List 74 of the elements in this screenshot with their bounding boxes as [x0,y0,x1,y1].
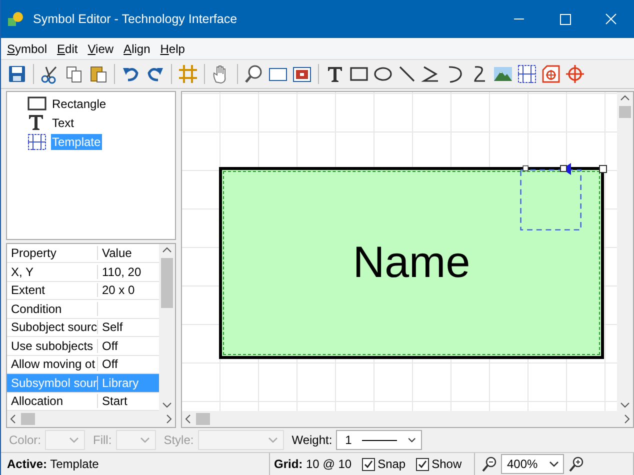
menu-item[interactable]: Symbol [7,42,48,56]
selection-handle[interactable] [598,164,608,174]
column-header[interactable]: Property [7,246,98,260]
anchor-handle[interactable] [559,162,573,176]
scroll-thumb[interactable] [21,413,35,425]
chevron-down-icon [138,435,151,445]
table-cell-text: 20 x 0 [101,283,136,298]
app-icon [7,11,25,27]
vertical-scrollbar[interactable] [617,92,633,411]
table-cell-text: Off [101,357,119,372]
field-label: Fill: [93,433,112,447]
text-tool-icon[interactable] [325,64,345,84]
window-title: Symbol Editor - Technology Interface [33,12,238,26]
horizontal-scrollbar[interactable] [7,411,175,427]
field-label: Color: [9,433,42,447]
chevron-down-icon [407,435,418,445]
field-label: Style: [164,433,194,447]
status-text: Active: Template [7,457,99,471]
scroll-thumb[interactable] [619,106,631,118]
zoom-out-icon[interactable] [481,456,497,472]
menu-item[interactable]: Edit [57,42,78,56]
shape-text: Name [352,238,470,288]
tree-item[interactable]: Text [51,114,76,130]
line-tool-icon[interactable] [397,64,417,84]
table-cell: Condition [7,302,98,316]
chevron-down-icon [68,435,80,445]
paste-icon[interactable] [88,64,108,84]
checkbox[interactable] [362,458,375,470]
table-cell-text: Self [101,320,124,334]
template-icon[interactable] [517,64,537,84]
menu-item[interactable]: Help [160,42,185,56]
chevron-down-icon [266,435,279,445]
chevron-down-icon [548,459,560,469]
checkbox-label: Show [432,457,462,471]
table-cell: X, Y [7,264,98,279]
zoom-in-icon[interactable] [568,456,584,472]
scroll-thumb[interactable] [161,258,173,308]
drawing-canvas[interactable]: Name [182,92,617,411]
field-label: Weight: [292,433,332,447]
rectangle-icon [27,95,47,112]
ellipse-tool-icon[interactable] [373,64,393,84]
table-cell: Subsymbol sour [7,376,98,390]
menu-item[interactable]: View [88,42,114,56]
table-cell: Allow moving ot [7,357,98,372]
dropdown[interactable]: 1 [336,430,422,450]
column-header[interactable]: Value [98,246,159,260]
checkbox[interactable] [416,458,429,470]
polyline-tool-icon[interactable] [421,64,441,84]
anchor-box-icon[interactable] [541,64,561,84]
tree-item[interactable]: Rectangle [51,96,108,112]
copy-icon[interactable] [64,64,84,84]
template-icon [27,133,47,150]
scroll-thumb[interactable] [196,413,210,425]
checkbox-label: Snap [378,457,406,471]
rectangle-shape[interactable]: Name [219,167,604,359]
image-icon[interactable] [493,64,513,84]
crosshair-icon[interactable] [565,64,585,84]
menu-item[interactable]: Align [124,42,150,56]
table-cell-text: Off [101,338,119,353]
vertical-scrollbar[interactable] [159,244,175,411]
table-cell: Extent [7,283,98,298]
save-icon[interactable] [7,64,27,84]
horizontal-scrollbar[interactable] [182,411,633,427]
table-cell: Use subobjects [7,338,98,353]
rectangle-tool-icon[interactable] [349,64,369,84]
fit-icon[interactable] [292,64,312,84]
table-cell-text: 110, 20 [101,264,142,279]
status-text: Grid: 10 @ 10 [274,457,352,471]
table-cell-text: Library [101,376,140,390]
zoom-icon[interactable] [244,64,264,84]
table-cell-text: Start [101,394,128,408]
zoom-dropdown[interactable]: 400% [501,454,564,474]
table-cell: Allocation [7,394,98,408]
table-cell: Subobject sourc [7,320,98,334]
